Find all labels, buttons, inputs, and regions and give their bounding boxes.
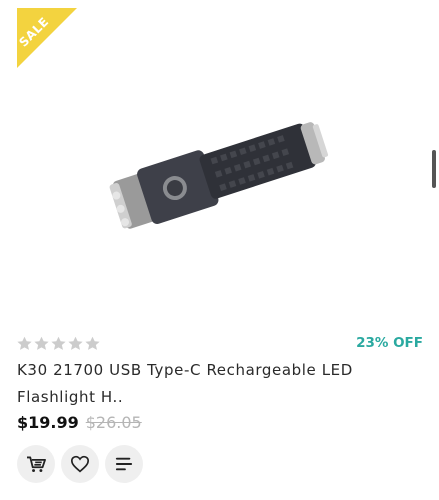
price-row: $19.99 $26.05 — [17, 413, 142, 432]
star-rating — [17, 336, 100, 351]
current-price: $19.99 — [17, 413, 79, 432]
discount-label: 23% OFF — [356, 335, 423, 351]
star-icon — [68, 336, 83, 350]
product-title[interactable]: K30 21700 USB Type-C Rechargeable LED Fl… — [17, 357, 407, 411]
add-to-cart-icon — [26, 456, 46, 473]
sale-badge: SALE — [17, 8, 77, 68]
compare-button[interactable] — [105, 445, 143, 483]
wishlist-heart-icon — [70, 455, 90, 473]
original-price: $26.05 — [85, 413, 142, 432]
product-image[interactable] — [98, 40, 343, 290]
wishlist-button[interactable] — [61, 445, 99, 483]
product-card: SALE 23% OFF K30 21700 USB Type-C Rechar… — [0, 0, 439, 500]
product-actions — [17, 445, 143, 483]
compare-list-icon — [115, 457, 133, 471]
star-icon — [51, 336, 66, 350]
star-icon — [34, 336, 49, 350]
star-icon — [85, 336, 100, 350]
star-icon — [17, 336, 32, 350]
add-to-cart-button[interactable] — [17, 445, 55, 483]
scrollbar[interactable] — [432, 150, 436, 188]
